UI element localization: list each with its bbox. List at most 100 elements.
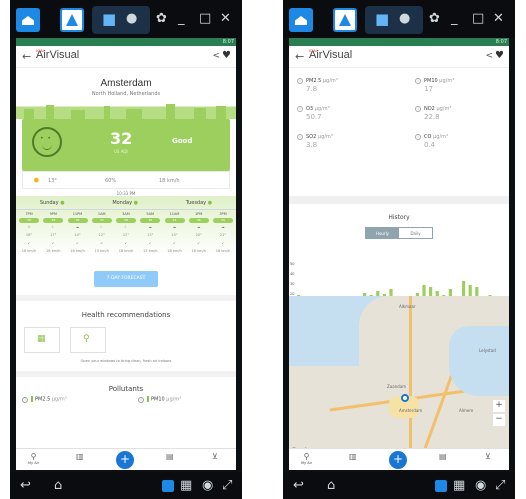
pollutant-pm10[interactable]: i PM10 µg/m³ — [138, 396, 181, 403]
gear-icon[interactable]: ✿ — [429, 12, 440, 26]
heart-icon[interactable]: ♥ — [495, 50, 504, 61]
hourly-tab[interactable]: Hourly — [366, 228, 399, 238]
y-tick: 50 — [290, 262, 294, 266]
record-icon[interactable]: ● — [399, 12, 410, 26]
wind-value: 16 km/h — [70, 249, 85, 253]
hour-label: 11AM — [169, 212, 180, 216]
gear-icon[interactable]: ✿ — [156, 12, 167, 26]
keyboard-icon[interactable] — [162, 480, 174, 492]
zoom-in-button[interactable]: + — [493, 400, 505, 412]
daily-tab[interactable]: Daily — [399, 228, 432, 238]
share-icon[interactable]: < — [212, 51, 220, 61]
pollutant-unit: µg/m³ — [439, 78, 455, 84]
camera-icon[interactable]: ■ — [375, 12, 389, 27]
app-icon[interactable] — [60, 8, 84, 32]
cycling-recommendation[interactable]: ⚲ — [70, 327, 106, 353]
news-icon[interactable]: ▤ — [439, 452, 447, 461]
close-icon[interactable]: ✕ — [493, 12, 504, 26]
aqi-pill: 39 — [213, 218, 233, 223]
home-icon[interactable] — [289, 8, 313, 32]
home-button-icon[interactable]: ⌂ — [54, 478, 62, 493]
share-icon[interactable]: < — [485, 51, 493, 61]
sun-icon: ☼ — [27, 225, 31, 229]
minimize-icon[interactable]: _ — [451, 12, 458, 26]
back-arrow-icon[interactable]: ← — [295, 50, 304, 63]
app-logo: IQAir AirVisual — [36, 48, 79, 61]
keyboard-icon[interactable] — [435, 480, 447, 492]
map-pin-icon[interactable] — [401, 394, 409, 402]
info-icon[interactable]: i — [415, 106, 421, 112]
wind-arrow-icon: ↙ — [124, 241, 128, 245]
pollutant-so2[interactable]: i SO2 µg/m³ 3.8 — [297, 134, 333, 149]
back-icon[interactable]: ↩ — [293, 478, 304, 493]
active-tab-highlight — [365, 6, 423, 34]
info-icon[interactable]: i — [138, 396, 144, 403]
location-map[interactable]: Alkmaar Zaandam Amsterdam Almere Lelysta… — [289, 296, 509, 456]
keyboard-layout-icon[interactable]: ▦ — [453, 478, 465, 493]
app-logo: IQAir AirVisual — [309, 48, 352, 61]
zoom-out-button[interactable]: − — [493, 414, 505, 426]
forecast-button[interactable]: 7-DAY FORECAST — [94, 271, 158, 287]
close-icon[interactable]: ✕ — [220, 12, 231, 26]
pollutant-pm25[interactable]: i PM2.5 µg/m³ 7.8 — [297, 78, 338, 93]
app-icon[interactable] — [333, 8, 357, 32]
camera-icon[interactable]: ■ — [102, 12, 116, 27]
home-icon[interactable] — [16, 8, 40, 32]
day-tab[interactable]: Sunday ● — [40, 200, 65, 206]
eye-icon[interactable]: ◉ — [202, 478, 213, 493]
hour-label: 3AM — [122, 212, 130, 216]
fullscreen-icon[interactable]: ⤢ — [495, 478, 505, 493]
map-label: Amsterdam — [399, 408, 423, 413]
pollutant-pm25[interactable]: i PM2.5 µg/m³ — [22, 396, 67, 403]
temps-row: 16° 17° 14° 12° 12° 13° 15° 20° 21° — [16, 231, 236, 239]
cart-icon[interactable]: ⊻ — [212, 452, 218, 461]
pollutant-o3[interactable]: i O3 µg/m³ 50.7 — [297, 106, 330, 121]
add-button[interactable]: + — [389, 451, 407, 469]
pollutant-value: 17 — [424, 85, 433, 93]
info-icon[interactable]: i — [415, 78, 421, 84]
nav-my-air[interactable]: ⚲ My Air — [28, 452, 39, 465]
nav-my-air[interactable]: ⚲ My Air — [301, 452, 312, 465]
pollutant-name: PM2.5 — [35, 396, 51, 403]
wind-value: 18 km/h — [167, 249, 182, 253]
map-icon[interactable]: ▥ — [349, 452, 357, 461]
hour-label: 5AM — [146, 212, 155, 216]
day-tab[interactable]: Monday ● — [112, 200, 138, 206]
keyboard-layout-icon[interactable]: ▦ — [180, 478, 192, 493]
home-button-icon[interactable]: ⌂ — [327, 478, 335, 493]
info-icon[interactable]: i — [22, 396, 28, 403]
wind-value: 16 km/h — [191, 249, 206, 253]
window-recommendation[interactable]: ▦ — [24, 327, 60, 353]
maximize-icon[interactable]: □ — [472, 12, 484, 26]
add-button[interactable]: + — [116, 451, 134, 469]
pollutant-pm10[interactable]: i PM10 µg/m³ 17 — [415, 78, 454, 93]
moon-icon: ☾ — [100, 225, 104, 229]
forecast-section: Sunday ● Monday ● Tuesday ● 7PM 9PM 11PM… — [16, 196, 236, 255]
record-icon[interactable]: ● — [126, 12, 137, 26]
info-icon[interactable]: i — [297, 78, 303, 84]
map-icon[interactable]: ▥ — [76, 452, 84, 461]
back-icon[interactable]: ↩ — [20, 478, 31, 493]
info-icon[interactable]: i — [297, 134, 303, 140]
eye-icon[interactable]: ◉ — [475, 478, 486, 493]
minimize-icon[interactable]: _ — [178, 12, 185, 26]
heart-icon[interactable]: ♥ — [222, 50, 231, 61]
pollutant-name: O3 — [306, 106, 314, 112]
pollutant-no2[interactable]: i NO2 µg/m³ 22.8 — [415, 106, 451, 121]
forecast-days: Sunday ● Monday ● Tuesday ● — [16, 200, 236, 210]
maximize-icon[interactable]: □ — [199, 12, 211, 26]
wind-arrows-row: ↙ ↙ ↙ ↙ ↙ ↙ ↙ ↙ ↙ — [16, 239, 236, 247]
aqi-pill: 36 — [140, 218, 161, 223]
back-arrow-icon[interactable]: ← — [22, 50, 31, 63]
info-icon[interactable]: i — [415, 134, 421, 140]
news-icon[interactable]: ▤ — [166, 452, 174, 461]
nav-label: My Air — [301, 461, 313, 465]
emulator-toolbar: ■ ● ✿ _ □ ✕ — [10, 0, 242, 38]
temp-value: 12° — [98, 233, 105, 237]
pollutant-co[interactable]: i CO µg/m³ 0.4 — [415, 134, 448, 149]
info-icon[interactable]: i — [297, 106, 303, 112]
cart-icon[interactable]: ⊻ — [485, 452, 491, 461]
aqi-card[interactable]: 32 US AQI Good — [22, 119, 230, 171]
day-tab[interactable]: Tuesday ● — [186, 200, 212, 206]
fullscreen-icon[interactable]: ⤢ — [222, 478, 232, 493]
